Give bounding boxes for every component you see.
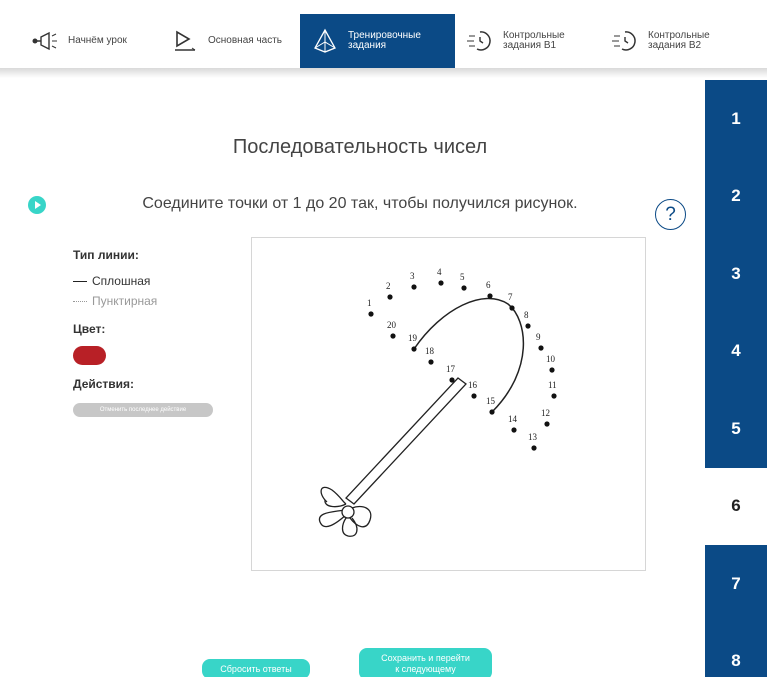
dot-label-6: 6 (486, 280, 491, 290)
task-tab-3[interactable]: 3 (705, 235, 767, 313)
dot-label-3: 3 (410, 271, 415, 281)
dot-label-10: 10 (546, 354, 556, 364)
top-nav: Начнём урок Основная часть Тренировочные… (0, 14, 767, 68)
color-label: Цвет: (73, 322, 106, 336)
dot-15[interactable] (489, 409, 495, 415)
speed-timer-icon (465, 26, 495, 56)
dot-17[interactable] (449, 377, 455, 383)
dot-3[interactable] (411, 284, 417, 290)
task-tab-6[interactable]: 6 (705, 467, 767, 545)
dot-10[interactable] (549, 367, 555, 373)
solid-line-icon (73, 280, 87, 282)
dot-label-5: 5 (460, 272, 465, 282)
task-number-tabs: 1 2 3 4 5 6 7 8 (705, 80, 767, 677)
tab-label: Тренировочные задания (348, 30, 421, 51)
nav-shadow (0, 68, 767, 78)
task-tab-7[interactable]: 7 (705, 545, 767, 623)
save-and-next-button[interactable]: Сохранить и перейти к следующему (359, 648, 492, 677)
task-tab-5[interactable]: 5 (705, 390, 767, 468)
dot-label-1: 1 (367, 298, 372, 308)
tab-label: Основная часть (208, 35, 283, 46)
solid-label: Сплошная (92, 274, 151, 288)
reset-answers-button[interactable]: Сбросить ответы (202, 659, 310, 677)
play-board-icon (170, 26, 200, 56)
tab-training-tasks[interactable]: Тренировочные задания (300, 14, 455, 68)
dot-label-2: 2 (386, 281, 391, 291)
dot-2[interactable] (387, 294, 393, 300)
dot-7[interactable] (509, 305, 515, 311)
dot-8[interactable] (525, 323, 531, 329)
dot-label-11: 11 (548, 380, 557, 390)
numbered-dots: 123 4 567891011121314151617181920 (367, 267, 557, 451)
play-icon (35, 201, 41, 209)
drawing-tools-panel: Тип линии: Сплошная Пунктирная Цвет: Дей… (73, 248, 233, 417)
dot-4[interactable] (438, 280, 444, 286)
pyramid-icon (310, 26, 340, 56)
dot-19[interactable] (411, 346, 417, 352)
help-button[interactable]: ? (655, 199, 686, 230)
color-swatch-red[interactable] (73, 346, 106, 365)
task-tab-8[interactable]: 8 (705, 622, 767, 677)
dot-1[interactable] (368, 311, 374, 317)
dot-puzzle-svg: 123 4 567891011121314151617181920 (318, 267, 557, 537)
dot-label-15: 15 (486, 396, 496, 406)
audio-play-button[interactable] (28, 196, 46, 214)
dot-label-12: 12 (541, 408, 550, 418)
dot-6[interactable] (487, 293, 493, 299)
task-instruction: Соедините точки от 1 до 20 так, чтобы по… (142, 195, 578, 212)
dot-18[interactable] (428, 359, 434, 365)
dot-11[interactable] (551, 393, 557, 399)
dot-label-4: 4 (437, 267, 442, 277)
dot-label-7: 7 (508, 292, 513, 302)
tab-control-b2[interactable]: Контрольные задания В2 (600, 14, 745, 68)
line-dotted-option[interactable]: Пунктирная (73, 294, 233, 308)
drawing-canvas[interactable]: 1 2 3 4 5 6 7 8 9 10 11 12 13 14 15 16 17 18 19 20 (251, 237, 646, 571)
megaphone-icon (30, 26, 60, 56)
tab-label: Начнём урок (68, 35, 127, 46)
dot-label-19: 19 (408, 333, 418, 343)
tab-start-lesson[interactable]: Начнём урок (20, 14, 160, 68)
line-solid-option[interactable]: Сплошная (73, 274, 233, 288)
tab-label: Контрольные задания В1 (503, 30, 565, 51)
tab-control-b1[interactable]: Контрольные задания В1 (455, 14, 600, 68)
dot-label-17: 17 (446, 364, 456, 374)
task-tab-1[interactable]: 1 (705, 80, 767, 158)
dot-13[interactable] (531, 445, 537, 451)
dot-16[interactable] (471, 393, 477, 399)
actions-label: Действия: (73, 377, 135, 391)
page-title: Последовательность чисел (232, 136, 488, 158)
undo-last-action-button[interactable]: Отменить последнее действие (73, 403, 213, 417)
tab-main-part[interactable]: Основная часть (160, 14, 300, 68)
dot-label-16: 16 (468, 380, 478, 390)
dot-label-20: 20 (387, 320, 397, 330)
dot-14[interactable] (511, 427, 517, 433)
dot-label-14: 14 (508, 414, 518, 424)
line-type-label: Тип линии: (73, 248, 139, 262)
dotted-label: Пунктирная (92, 294, 158, 308)
dot-label-9: 9 (536, 332, 541, 342)
tab-label: Контрольные задания В2 (648, 30, 710, 51)
dot-label-18: 18 (425, 346, 435, 356)
dot-5[interactable] (461, 285, 467, 291)
dot-9[interactable] (538, 345, 544, 351)
task-tab-4[interactable]: 4 (705, 312, 767, 390)
dot-12[interactable] (544, 421, 550, 427)
dot-20[interactable] (390, 333, 396, 339)
task-tab-2[interactable]: 2 (705, 157, 767, 235)
umbrella-handle-drawing (318, 377, 467, 537)
speed-timer-icon (610, 26, 640, 56)
dot-label-13: 13 (528, 432, 538, 442)
dot-label-8: 8 (524, 310, 529, 320)
dotted-line-icon (73, 300, 87, 302)
